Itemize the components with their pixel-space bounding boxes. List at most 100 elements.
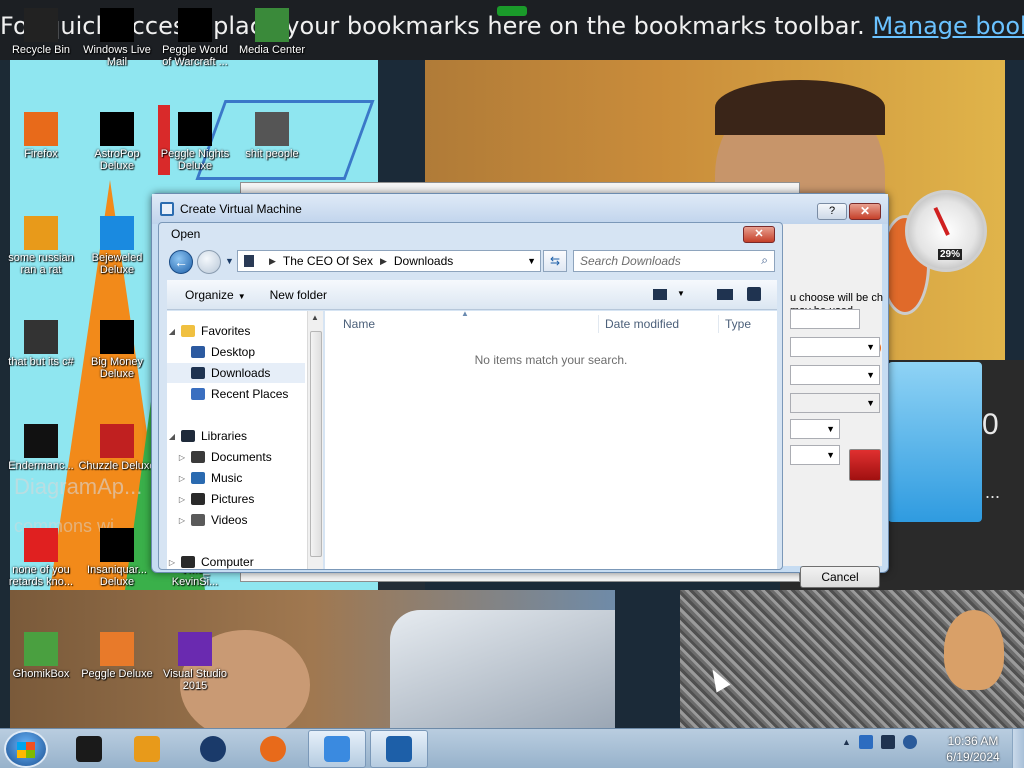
taskbar-button[interactable] — [118, 730, 176, 768]
tree-item-libraries[interactable]: ◢ Libraries — [167, 426, 315, 446]
desktop-shortcut[interactable]: Visual Studio 2015 — [156, 632, 234, 692]
help-button[interactable]: ? — [817, 203, 847, 220]
music-icon — [191, 472, 205, 484]
address-dropdown-icon[interactable]: ▼ — [527, 256, 536, 266]
tree-item-desktop[interactable]: Desktop — [167, 342, 315, 362]
desktop-shortcut[interactable]: some russian ran a rat — [2, 216, 80, 276]
tree-item-documents[interactable]: ▷ Documents — [167, 447, 315, 467]
desktop-shortcut[interactable]: none of you retards kno... — [2, 528, 80, 588]
desktop-shortcut[interactable]: that but its c# — [2, 320, 80, 368]
breadcrumb-separator-icon[interactable]: ▶ — [269, 256, 276, 267]
change-view-icon[interactable] — [653, 289, 667, 300]
vm-folder-select[interactable]: ▼ — [790, 337, 880, 357]
column-header-type[interactable]: Type — [719, 315, 777, 333]
close-button[interactable]: ✕ — [849, 203, 881, 220]
desktop-shortcut[interactable]: GhomikBox — [2, 632, 80, 680]
virtualbox-icon — [160, 202, 174, 216]
vm-name-field[interactable] — [790, 309, 860, 329]
refresh-icon[interactable]: ⇆ — [543, 250, 567, 272]
open-dialog-title: Open — [171, 227, 201, 241]
show-hidden-icons-icon[interactable]: ▲ — [842, 737, 851, 747]
desktop-shortcut[interactable]: Big Money Deluxe — [78, 320, 156, 380]
collapse-icon[interactable]: ◢ — [167, 432, 177, 441]
taskbar-button[interactable] — [244, 730, 302, 768]
forward-arrow-icon[interactable] — [197, 250, 221, 274]
preview-pane-icon[interactable] — [717, 289, 733, 300]
desktop-shortcut[interactable]: AstroPop Deluxe — [78, 112, 156, 172]
vm-type-select[interactable]: ▼ — [790, 365, 880, 385]
hamster-gadget[interactable] — [944, 610, 1004, 690]
organize-button[interactable]: Organize ▼ — [185, 288, 246, 302]
clock[interactable]: 10:36 AM 6/19/2024 — [938, 733, 1008, 765]
desktop-shortcut[interactable]: Peggle Nights Deluxe — [156, 112, 234, 172]
vm-disk-select[interactable]: ▼ — [790, 445, 840, 465]
vm-version-select[interactable]: ▼ — [790, 393, 880, 413]
desktop-shortcut[interactable]: Windows Live Mail — [78, 8, 156, 68]
collapse-icon[interactable]: ◢ — [167, 327, 177, 336]
tree-item-videos[interactable]: ▷ Videos — [167, 510, 315, 530]
taskbar-button[interactable] — [370, 730, 428, 768]
desktop-shortcut[interactable]: Firefox — [2, 112, 80, 160]
tree-item-favorites[interactable]: ◢ Favorites — [167, 321, 315, 341]
address-bar[interactable]: ▶ The CEO Of Sex ▶ Downloads ▼ — [237, 250, 541, 272]
column-header-date-modified[interactable]: Date modified — [599, 315, 719, 333]
window-controls-icon — [497, 6, 527, 16]
taskbar-button[interactable] — [60, 730, 118, 768]
taskbar-button[interactable] — [308, 730, 366, 768]
desktop-shortcut[interactable]: shit people — [233, 112, 311, 160]
scrollbar-thumb[interactable] — [310, 331, 322, 557]
desktop-shortcut[interactable]: Chuzzle Deluxe — [78, 424, 156, 472]
back-arrow-icon[interactable]: ← — [169, 250, 193, 274]
expand-icon[interactable]: ▷ — [177, 474, 187, 483]
desktop-shortcut[interactable]: Peggle Deluxe — [78, 632, 156, 680]
expand-icon[interactable]: ▷ — [177, 516, 187, 525]
tree-item-recent-places[interactable]: Recent Places — [167, 384, 315, 404]
help-icon[interactable] — [747, 287, 761, 301]
shortcut-icon — [24, 216, 58, 250]
desktop-shortcut[interactable]: Media Center — [233, 8, 311, 56]
desktop-shortcut-label: Bejeweled Deluxe — [91, 252, 143, 276]
cancel-button[interactable]: Cancel — [800, 566, 880, 588]
tree-item-computer[interactable]: ▷ Computer — [167, 552, 315, 569]
open-dialog-titlebar[interactable]: Open — [159, 223, 782, 245]
network-icon[interactable] — [858, 735, 873, 749]
desktop-shortcut[interactable]: Peggle World of Warcraft ... — [156, 8, 234, 68]
expand-icon[interactable]: ▷ — [177, 453, 187, 462]
tree-label: Libraries — [201, 429, 248, 443]
breadcrumb-folder[interactable]: Downloads — [394, 254, 453, 268]
column-header-name[interactable]: Name — [337, 315, 599, 333]
cpu-gauge-gadget[interactable]: 29% — [905, 190, 987, 272]
open-dialog-close-button[interactable]: ✕ — [743, 226, 775, 243]
vm-dialog-title: Create Virtual Machine — [180, 202, 302, 216]
expand-icon[interactable]: ▷ — [177, 495, 187, 504]
expand-icon[interactable]: ▷ — [167, 558, 177, 567]
shortcut-icon — [24, 320, 58, 354]
start-button[interactable] — [4, 730, 48, 768]
manage-bookmarks-link[interactable]: Manage book — [872, 12, 1024, 40]
volume-icon[interactable] — [902, 735, 917, 749]
computer-icon — [181, 556, 195, 568]
desktop-shortcut-label: Windows Live Mail — [83, 44, 151, 68]
breadcrumb-separator-icon[interactable]: ▶ — [380, 256, 387, 267]
monitor-icon[interactable] — [880, 735, 895, 749]
tree-item-downloads[interactable]: Downloads — [167, 363, 305, 383]
choose-file-button[interactable] — [849, 449, 881, 481]
tree-item-music[interactable]: ▷ Music — [167, 468, 315, 488]
vm-dialog-titlebar[interactable]: Create Virtual Machine — [152, 194, 888, 224]
new-folder-button[interactable]: New folder — [270, 288, 327, 302]
tree-label: Videos — [211, 513, 248, 527]
tree-item-pictures[interactable]: ▷ Pictures — [167, 489, 315, 509]
navigation-scrollbar[interactable]: ▲ — [307, 311, 323, 569]
desktop-shortcut[interactable]: Insaniquar... Deluxe — [78, 528, 156, 588]
scroll-up-icon[interactable]: ▲ — [311, 313, 319, 322]
view-options-chevron-icon[interactable]: ▼ — [677, 289, 685, 298]
vm-memory-select[interactable]: ▼ — [790, 419, 840, 439]
search-input[interactable]: Search Downloads ⌕ — [573, 250, 775, 272]
desktop-shortcut[interactable]: Recycle Bin — [2, 8, 80, 56]
breadcrumb-root[interactable]: The CEO Of Sex — [283, 254, 373, 268]
recent-locations-dropdown-icon[interactable]: ▼ — [225, 256, 234, 266]
taskbar-button[interactable] — [184, 730, 242, 768]
desktop-shortcut[interactable]: Endermanc... — [2, 424, 80, 472]
desktop-shortcut[interactable]: Bejeweled Deluxe — [78, 216, 156, 276]
show-desktop-button[interactable] — [1012, 729, 1024, 768]
